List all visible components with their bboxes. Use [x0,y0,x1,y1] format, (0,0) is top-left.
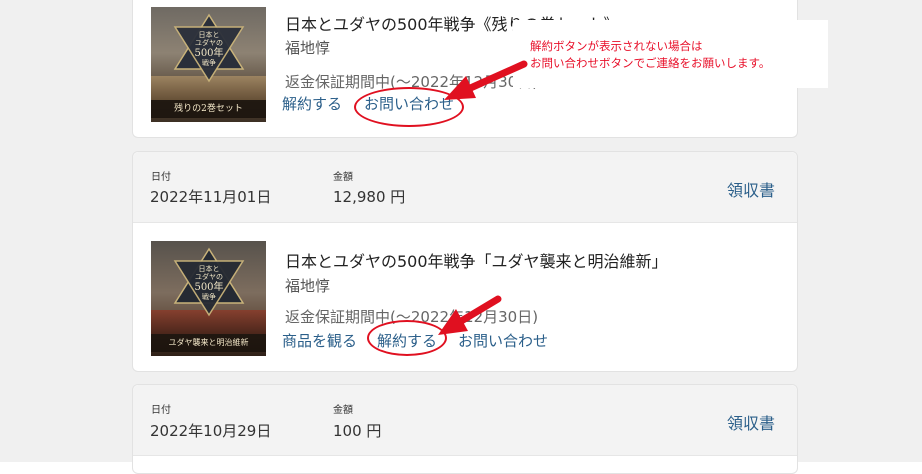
thumb-cover-text-3: 500年 [194,280,223,293]
amount-label: 金額 [333,405,353,416]
annotation-note-line-2: お問い合わせボタンでご連絡をお願いします。 [530,56,771,70]
receipt-link[interactable]: 領収書 [727,177,775,201]
annotation-note: 解約ボタンが表示されない場合は お問い合わせボタンでご連絡をお願いします。 [530,38,770,72]
amount-label: 金額 [333,172,353,183]
product-author: 福地惇 [285,39,331,57]
star-of-david-icon: 日本と ユダヤの 500年 戦争 [173,13,245,83]
date-label: 日付 [151,405,171,416]
annotation-note-line-1: 解約ボタンが表示されない場合は [530,39,703,53]
order-header: 日付 2022年11月01日 金額 12,980 円 領収書 [133,152,797,223]
annotation-arrow-icon [438,295,502,335]
thumb-cover-text-2: ユダヤの [195,38,223,47]
star-of-david-icon: 日本と ユダヤの 500年 戦争 [173,247,245,317]
cancel-link[interactable]: 解約する [282,93,342,114]
order-header: 日付 2022年10月29日 金額 100 円 領収書 [133,385,797,456]
thumb-cover-text-3: 500年 [194,46,223,59]
thumb-cover-text-4: 戦争 [202,58,216,67]
thumbnail-band: ユダヤ襲来と明治維新 [151,334,266,352]
thumb-cover-text-4: 戦争 [202,292,216,301]
order-amount: 100 円 [333,422,382,440]
thumb-cover-text-1: 日本と [199,264,220,273]
date-label: 日付 [151,172,171,183]
product-thumbnail[interactable]: 日本と ユダヤの 500年 戦争 残りの2巻セット [151,7,266,122]
product-author: 福地惇 [285,277,331,295]
thumb-cover-text-2: ユダヤの [195,272,223,281]
thumb-cover-text-1: 日本と [199,30,220,39]
watch-product-link[interactable]: 商品を観る [282,330,357,351]
order-date: 2022年11月01日 [150,188,272,206]
order-date: 2022年10月29日 [150,422,272,440]
product-thumbnail[interactable]: 日本と ユダヤの 500年 戦争 ユダヤ襲来と明治維新 [151,241,266,356]
receipt-link[interactable]: 領収書 [727,410,775,434]
product-title: 日本とユダヤの500年戦争「ユダヤ襲来と明治維新」 [285,252,668,271]
annotation-arrow-icon [444,60,528,100]
order-card-3: 日付 2022年10月29日 金額 100 円 領収書 [132,384,798,474]
order-amount: 12,980 円 [333,188,406,206]
thumbnail-band: 残りの2巻セット [151,100,266,118]
